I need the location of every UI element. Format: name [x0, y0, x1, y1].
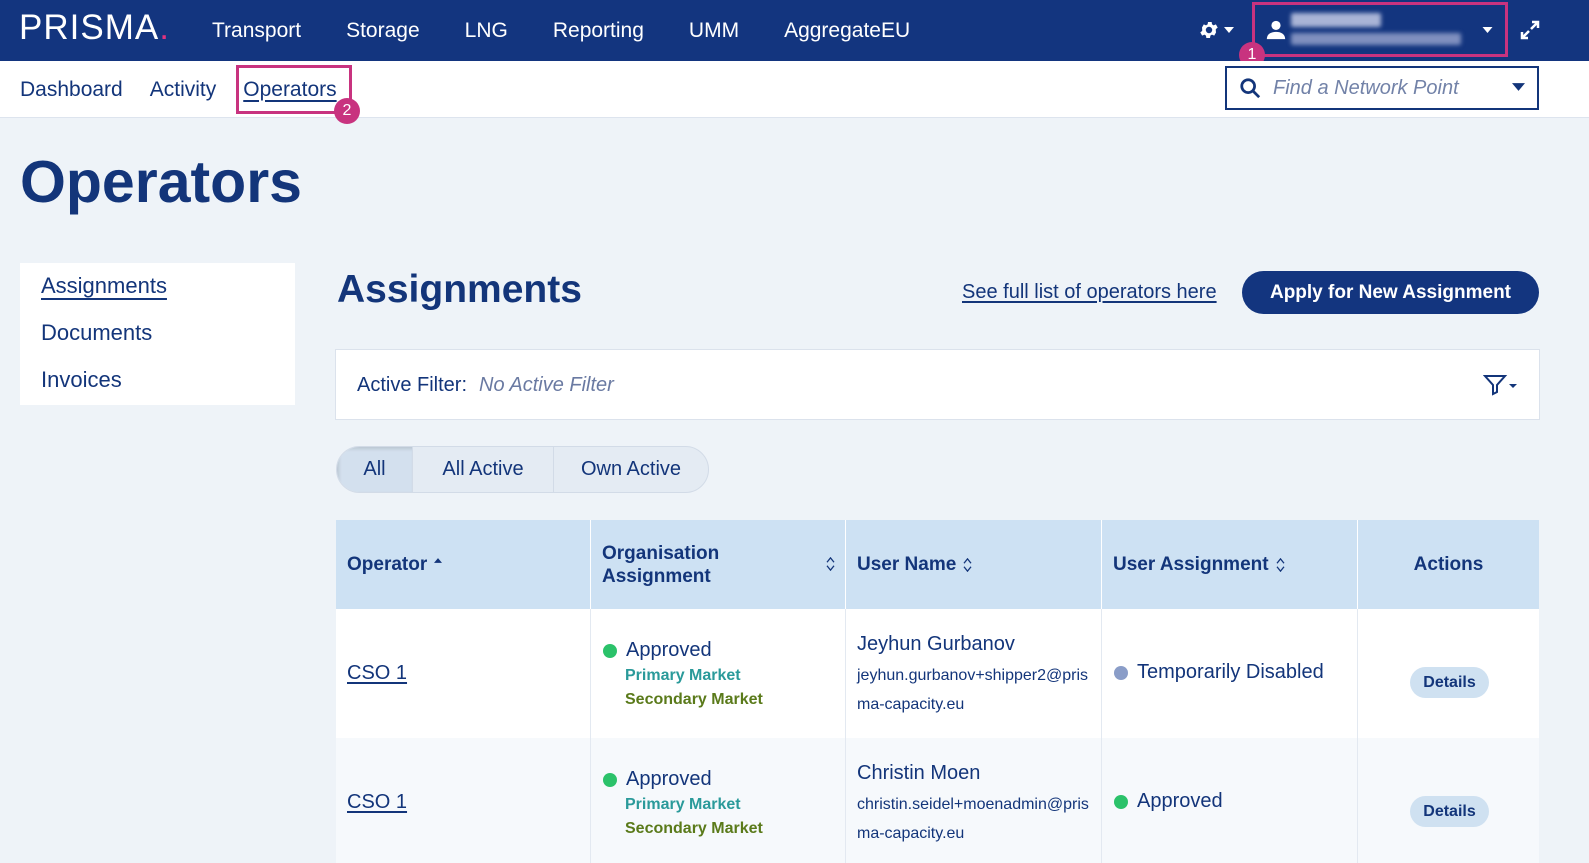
segment-all[interactable]: All — [337, 447, 413, 492]
caret-down-icon — [1482, 27, 1493, 33]
cell-actions: Details — [1358, 738, 1539, 863]
org-status-label: Approved — [626, 768, 712, 790]
user-assignment-label: Approved — [1137, 790, 1223, 812]
nav-lng[interactable]: LNG — [465, 19, 508, 43]
table-row: CSO 1 Approved Primary Market Secondary … — [336, 609, 1539, 738]
sort-icon — [963, 557, 972, 572]
user-assignment-status: Approved — [1114, 790, 1223, 813]
table-row: CSO 1 Approved Primary Market Secondary … — [336, 738, 1539, 863]
market-secondary: Secondary Market — [625, 820, 763, 837]
org-status: Approved — [603, 768, 712, 791]
user-menu[interactable] — [1252, 2, 1508, 57]
filter-bar: Active Filter: No Active Filter — [335, 349, 1540, 420]
prisma-logo[interactable]: PRISMA. — [19, 8, 182, 48]
cell-operator: CSO 1 — [336, 609, 591, 738]
market-secondary: Secondary Market — [625, 691, 763, 708]
caret-down-icon — [1224, 27, 1234, 33]
cell-user-name: Jeyhun Gurbanov jeyhun.gurbanov+shipper2… — [846, 609, 1102, 738]
user-org-redacted — [1291, 33, 1461, 45]
section-title: Assignments — [337, 268, 582, 311]
side-menu: Assignments Documents Invoices — [20, 263, 295, 405]
sub-navbar: Dashboard Activity Operators 2 — [0, 61, 1589, 124]
subnav-dashboard[interactable]: Dashboard — [20, 78, 123, 102]
gear-icon — [1200, 22, 1218, 38]
caret-down-icon[interactable] — [1512, 83, 1525, 91]
col-organisation-assignment-label: Organisation Assignment — [602, 542, 720, 587]
cell-user-name: Christin Moen christin.seidel+moenadmin@… — [846, 738, 1102, 863]
top-navbar: PRISMA. Transport Storage LNG Reporting … — [0, 0, 1589, 68]
col-organisation-assignment[interactable]: Organisation Assignment — [591, 520, 846, 609]
cell-organisation-assignment: Approved Primary Market Secondary Market — [591, 609, 846, 738]
annotation-badge-2: 2 — [334, 98, 360, 124]
col-user-name-label: User Name — [857, 553, 957, 575]
org-status-label: Approved — [626, 639, 712, 661]
org-status: Approved — [603, 639, 712, 662]
status-dot-icon — [603, 643, 617, 658]
filter-label: Active Filter: — [357, 374, 468, 396]
col-user-assignment-label: User Assignment — [1113, 553, 1269, 575]
segment-own-active[interactable]: Own Active — [554, 447, 708, 492]
segment-all-active[interactable]: All Active — [413, 447, 554, 492]
sidemenu-documents[interactable]: Documents — [41, 320, 152, 346]
nav-reporting[interactable]: Reporting — [553, 19, 644, 43]
search-icon — [1240, 78, 1261, 99]
sort-asc-icon — [434, 558, 443, 563]
status-dot-icon — [1114, 794, 1128, 809]
user-email: christin.seidel+moenadmin@prisma-capacit… — [857, 796, 1089, 842]
sidemenu-assignments[interactable]: Assignments — [41, 273, 167, 299]
user-assignment-label: Temporarily Disabled — [1137, 661, 1324, 683]
user-name: Jeyhun Gurbanov — [857, 633, 1015, 655]
sort-icon — [826, 557, 835, 571]
filter-icon[interactable] — [1483, 373, 1519, 397]
status-dot-icon — [603, 772, 617, 787]
nav-transport[interactable]: Transport — [212, 19, 301, 43]
assignments-table: Operator Organisation Assignment User Na… — [336, 520, 1539, 863]
nav-umm[interactable]: UMM — [689, 19, 739, 43]
details-button[interactable]: Details — [1410, 667, 1489, 698]
network-point-input[interactable] — [1273, 76, 1503, 100]
status-dot-icon — [1114, 665, 1128, 680]
user-name-redacted — [1291, 13, 1381, 27]
settings-menu[interactable] — [1198, 18, 1240, 42]
col-actions: Actions — [1358, 520, 1539, 609]
user-name: Christin Moen — [857, 762, 981, 784]
apply-new-assignment-button[interactable]: Apply for New Assignment — [1242, 271, 1539, 314]
cell-user-assignment: Temporarily Disabled — [1102, 609, 1358, 738]
user-assignment-status: Temporarily Disabled — [1114, 661, 1324, 684]
col-user-name[interactable]: User Name — [846, 520, 1102, 609]
main-nav: Transport Storage LNG Reporting UMM Aggr… — [212, 0, 955, 61]
full-operator-list-link[interactable]: See full list of operators here — [962, 281, 1217, 304]
col-operator-label: Operator — [347, 553, 428, 575]
sidemenu-invoices[interactable]: Invoices — [41, 367, 122, 393]
operator-link[interactable]: CSO 1 — [347, 662, 407, 685]
cell-operator: CSO 1 — [336, 738, 591, 863]
col-user-assignment[interactable]: User Assignment — [1102, 520, 1358, 609]
subnav-activity[interactable]: Activity — [150, 78, 217, 102]
operator-link[interactable]: CSO 1 — [347, 791, 407, 814]
user-icon — [1266, 20, 1286, 40]
details-button[interactable]: Details — [1410, 796, 1489, 827]
cell-user-assignment: Approved — [1102, 738, 1358, 863]
page-title: Operators — [20, 149, 302, 215]
assignment-scope-toggle: All All Active Own Active — [336, 446, 709, 493]
nav-storage[interactable]: Storage — [346, 19, 420, 43]
sort-icon — [1276, 557, 1285, 572]
col-actions-label: Actions — [1413, 553, 1484, 575]
filter-value: No Active Filter — [479, 374, 614, 396]
cell-actions: Details — [1358, 609, 1539, 738]
network-point-search[interactable] — [1225, 66, 1539, 110]
cell-organisation-assignment: Approved Primary Market Secondary Market — [591, 738, 846, 863]
expand-icon[interactable] — [1518, 18, 1542, 42]
table-header: Operator Organisation Assignment User Na… — [336, 520, 1539, 609]
user-email: jeyhun.gurbanov+shipper2@prisma-capacity… — [857, 667, 1089, 713]
col-operator[interactable]: Operator — [336, 520, 591, 609]
market-primary: Primary Market — [625, 796, 741, 813]
market-primary: Primary Market — [625, 667, 741, 684]
nav-aggregateeu[interactable]: AggregateEU — [784, 19, 910, 43]
